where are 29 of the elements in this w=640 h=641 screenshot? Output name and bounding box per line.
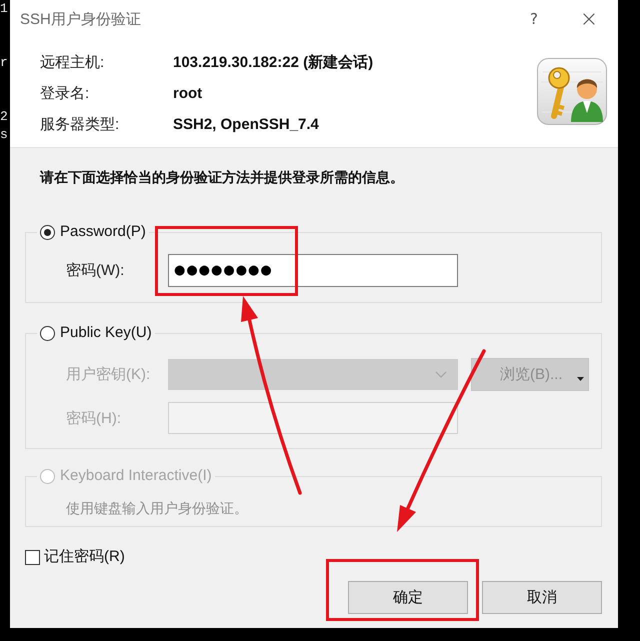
window-title: SSH用户身份验证	[20, 10, 142, 28]
help-button[interactable]: ?	[511, 0, 557, 38]
info-label: 远程主机:	[40, 53, 106, 72]
instruction-text: 请在下面选择恰当的身份验证方法并提供登录所需的信息。	[40, 168, 405, 187]
key-user-icon	[537, 58, 607, 125]
terminal-text: r	[0, 54, 8, 72]
caret-icon	[576, 376, 584, 380]
terminal-text: 2	[0, 108, 8, 126]
dialog-button[interactable]: 确定	[348, 581, 468, 614]
password-field[interactable]: ●●●●●●●●	[168, 254, 458, 287]
info-label: 服务器类型:	[40, 115, 120, 134]
input-field[interactable]	[168, 402, 458, 434]
chevron-icon	[435, 371, 447, 378]
field-label: 密码(H):	[66, 408, 122, 428]
dropdown-field[interactable]	[168, 359, 458, 390]
info-value: SSH2, OpenSSH_7.4	[173, 116, 320, 133]
field-label: 密码(W):	[66, 261, 126, 280]
info-label: 登录名:	[40, 84, 90, 103]
terminal-text: 1	[0, 0, 8, 18]
radio-button[interactable]: Public Key(U)	[40, 323, 152, 343]
terminal-text: s	[0, 126, 8, 144]
field-label: 用户密钥(K):	[66, 365, 152, 384]
radio-button[interactable]: Password(P)	[40, 222, 146, 242]
info-value: root	[173, 85, 204, 102]
close-button[interactable]: ×	[566, 0, 612, 38]
checkbox[interactable]: 记住密码(R)	[25, 547, 125, 567]
dialog-button[interactable]: 取消	[482, 581, 602, 614]
description-text: 使用键盘输入用户身份验证。	[65, 499, 249, 518]
info-value: 103.219.30.182:22 (新建会话)	[173, 53, 374, 72]
